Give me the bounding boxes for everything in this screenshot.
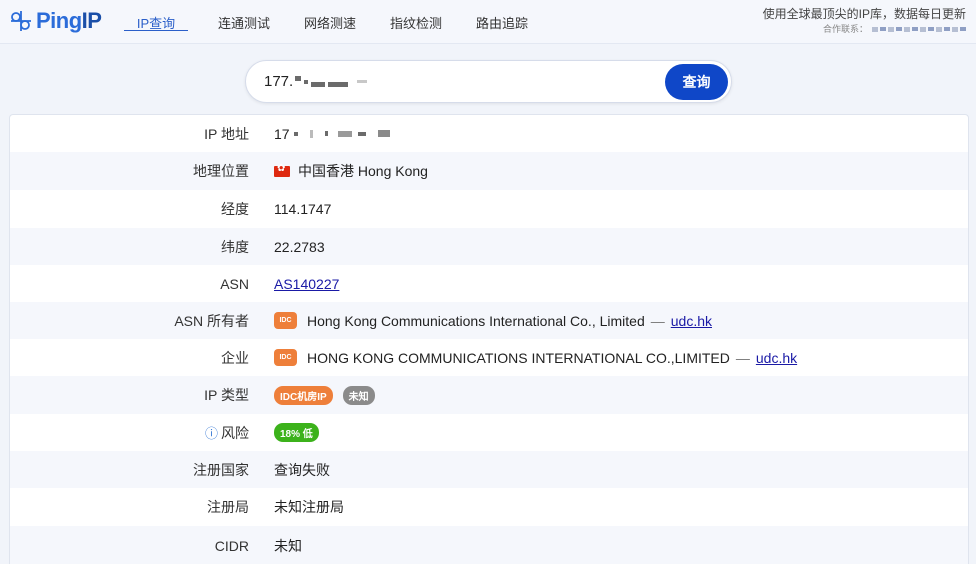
row-label: 注册局 xyxy=(207,499,249,515)
row-value: IDC HONG KONG COMMUNICATIONS INTERNATION… xyxy=(274,349,797,366)
header-info: 使用全球最顶尖的IP库，数据每日更新 合作联系： xyxy=(763,6,966,36)
row-value: 114.1747 xyxy=(274,201,332,217)
logo[interactable]: PingIP xyxy=(10,8,102,34)
risk-badge: 18% 低 xyxy=(274,423,319,442)
row-value: AS140227 xyxy=(274,276,339,292)
row-value: 未知注册局 xyxy=(274,499,344,515)
row-registered-country: 注册国家 查询失败 xyxy=(10,451,968,488)
main-nav: IP查询 连通测试 网络测速 指纹检测 路由追踪 xyxy=(124,0,528,44)
row-value: 未知 xyxy=(274,537,302,554)
tagline: 使用全球最顶尖的IP库，数据每日更新 xyxy=(762,7,966,21)
row-label: 地理位置 xyxy=(193,163,249,179)
hong-kong-flag-icon xyxy=(274,163,290,177)
row-cidr: CIDR 未知 xyxy=(10,526,968,564)
contact-redacted xyxy=(872,26,966,32)
row-label: IP 类型 xyxy=(204,387,249,403)
row-value: 中国香港 Hong Kong xyxy=(274,161,428,181)
row-label: 纬度 xyxy=(221,238,249,255)
row-label: 企业 xyxy=(221,349,249,366)
row-label: CIDR xyxy=(214,537,249,554)
search-button[interactable]: 查询 xyxy=(665,64,728,100)
row-label: ⓘ 风险 xyxy=(204,424,249,441)
row-label: IP 地址 xyxy=(204,125,249,142)
ip-type-badge: IDC机房IP xyxy=(274,385,333,405)
row-label: ASN xyxy=(220,275,249,292)
contact-line: 合作联系： xyxy=(763,22,966,36)
idc-tag-icon: IDC xyxy=(274,312,297,329)
ip-redacted xyxy=(295,76,368,87)
row-label: ASN 所有者 xyxy=(174,312,249,329)
row-latitude: 纬度 22.2783 xyxy=(10,228,968,265)
row-value: IDC Hong Kong Communications Internation… xyxy=(274,312,712,329)
ip-type-unknown-badge: 未知 xyxy=(342,385,375,405)
nav-ip-lookup[interactable]: IP查询 xyxy=(124,0,188,44)
nav-speed-test[interactable]: 网络测速 xyxy=(304,0,356,44)
row-value: 18% 低 xyxy=(274,423,319,442)
company-domain-link[interactable]: udc.hk xyxy=(756,350,797,366)
row-ip-type: IP 类型 IDC机房IP 未知 xyxy=(10,376,968,414)
contact-label: 合作联系： xyxy=(822,24,868,34)
row-value: IDC机房IP 未知 xyxy=(274,385,375,405)
top-header: PingIP IP查询 连通测试 网络测速 指纹检测 路由追踪 使用全球最顶尖的… xyxy=(0,0,976,44)
asn-link[interactable]: AS140227 xyxy=(274,276,339,292)
row-label: 注册国家 xyxy=(193,461,249,478)
nav-connectivity-test[interactable]: 连通测试 xyxy=(218,0,270,44)
row-value: 22.2783 xyxy=(274,238,325,255)
row-label: 经度 xyxy=(221,201,249,217)
row-value: 查询失败 xyxy=(274,461,330,478)
row-risk: ⓘ 风险 18% 低 xyxy=(10,414,968,451)
info-icon[interactable]: ⓘ xyxy=(205,426,218,441)
row-company: 企业 IDC HONG KONG COMMUNICATIONS INTERNAT… xyxy=(10,339,968,376)
logo-text: PingIP xyxy=(36,8,102,33)
ip-info-card: IP 地址 17 地理位置 中国香港 Hong Kong 经度 114.1747… xyxy=(9,114,969,564)
row-ip-address: IP 地址 17 xyxy=(10,115,968,152)
ip-value-redacted xyxy=(293,129,390,138)
row-location: 地理位置 中国香港 Hong Kong xyxy=(10,152,968,190)
ip-search-bar: 177. 查询 xyxy=(245,60,732,103)
idc-tag-icon: IDC xyxy=(274,349,297,366)
nav-fingerprint[interactable]: 指纹检测 xyxy=(390,0,442,44)
row-longitude: 经度 114.1747 xyxy=(10,190,968,228)
row-asn: ASN AS140227 xyxy=(10,265,968,302)
row-asn-owner: ASN 所有者 IDC Hong Kong Communications Int… xyxy=(10,302,968,339)
asn-owner-domain-link[interactable]: udc.hk xyxy=(671,313,712,329)
pingip-logo-icon xyxy=(11,11,31,31)
row-registry: 注册局 未知注册局 xyxy=(10,488,968,526)
row-value: 17 xyxy=(274,126,390,142)
ip-search-input[interactable]: 177. xyxy=(264,61,368,102)
nav-traceroute[interactable]: 路由追踪 xyxy=(476,0,528,44)
